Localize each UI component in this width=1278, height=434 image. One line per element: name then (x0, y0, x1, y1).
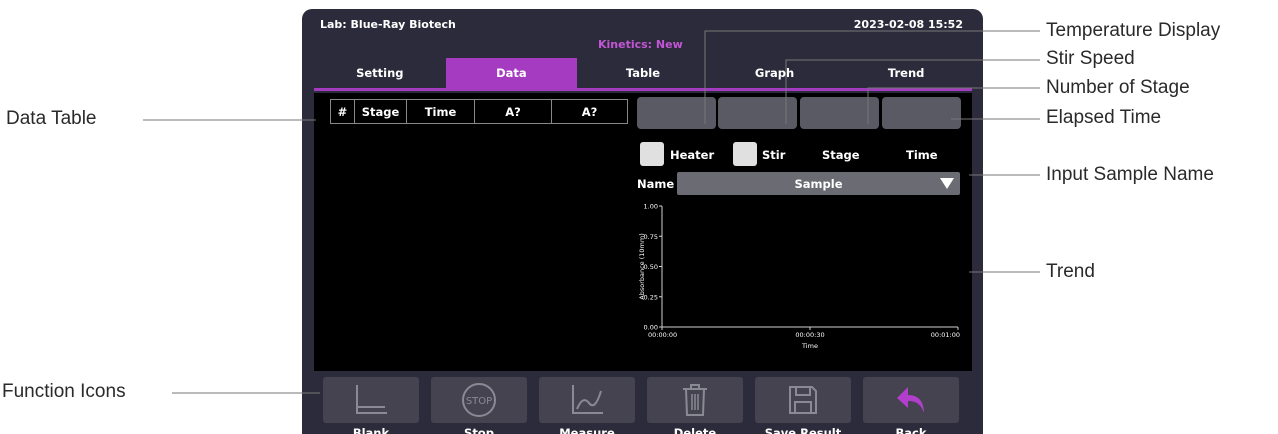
annotation-data-table: Data Table (6, 108, 97, 129)
leader-temperature (704, 30, 1040, 124)
annotation-stir-speed: Stir Speed (1046, 48, 1135, 69)
annotation-number-of-stage: Number of Stage (1046, 77, 1190, 98)
annotation-trend: Trend (1046, 261, 1095, 282)
annotation-input-sample-name: Input Sample Name (1046, 164, 1214, 185)
leader-stir-speed (785, 59, 1040, 124)
annotation-function-icons: Function Icons (2, 381, 126, 402)
annotation-elapsed-time: Elapsed Time (1046, 107, 1162, 128)
annotation-temperature-display: Temperature Display (1046, 20, 1221, 41)
